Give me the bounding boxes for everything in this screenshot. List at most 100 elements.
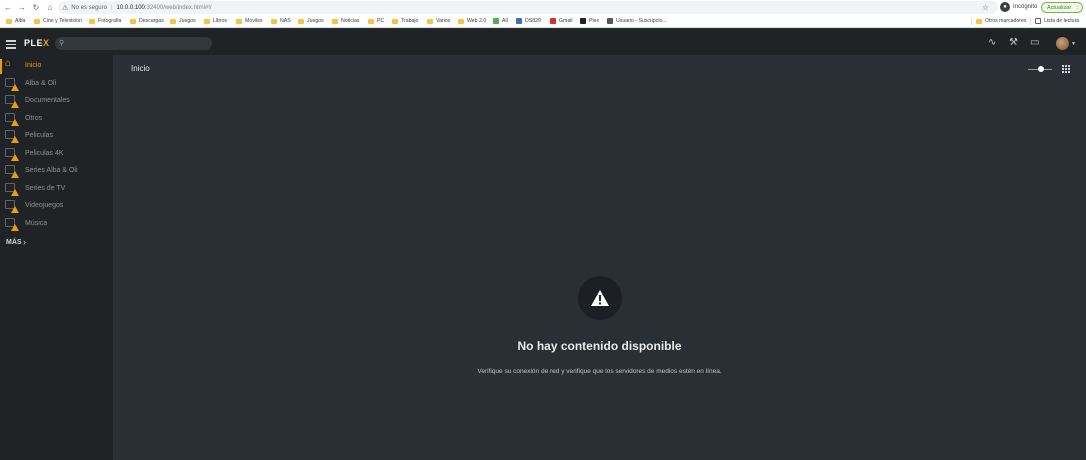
user-favicon-icon bbox=[607, 18, 613, 24]
bookmark-item[interactable]: Fotografia bbox=[89, 18, 121, 24]
sidebar-item-videojuegos[interactable]: Videojuegos bbox=[0, 198, 113, 215]
settings-wrench-icon[interactable]: ⚒ bbox=[1009, 37, 1018, 48]
hamburger-menu-icon[interactable] bbox=[6, 40, 16, 51]
sidebar: ⌂ Inicio Alba & Oli Documentales Otros P… bbox=[0, 55, 113, 460]
bookmarks-separator bbox=[971, 18, 972, 25]
library-warning-icon bbox=[5, 148, 19, 161]
incognito-indicator[interactable]: ● Incógnito bbox=[1000, 2, 1037, 12]
bookmarks-separator bbox=[1030, 18, 1031, 25]
bookmark-item[interactable]: Alba bbox=[6, 18, 25, 24]
incognito-label: Incógnito bbox=[1013, 4, 1038, 10]
bookmark-item[interactable]: PC bbox=[368, 18, 384, 24]
library-warning-icon bbox=[5, 218, 19, 231]
warning-icon: ⚠ bbox=[62, 4, 69, 12]
warning-badge bbox=[578, 276, 622, 320]
url-path: :32400/web/index.html#!/ bbox=[144, 4, 212, 11]
main-content: Inicio No hay contenido disponible Verif… bbox=[113, 55, 1086, 460]
chevron-down-icon[interactable]: ▼ bbox=[1071, 41, 1076, 47]
folder-icon bbox=[89, 18, 95, 24]
folder-icon bbox=[130, 18, 136, 24]
library-warning-icon bbox=[5, 95, 19, 108]
sidebar-item-label: Series Alba & Oli bbox=[25, 167, 78, 174]
folder-icon bbox=[271, 18, 277, 24]
folder-icon bbox=[6, 18, 12, 24]
bookmark-item[interactable]: Moviles bbox=[236, 18, 263, 24]
sidebar-item-musica[interactable]: Música bbox=[0, 216, 113, 233]
bookmark-item[interactable]: Trabajo bbox=[392, 18, 418, 24]
library-warning-icon bbox=[5, 200, 19, 213]
bookmarks-bar: Alba Cine y Television Fotografia Descar… bbox=[0, 15, 1086, 28]
reading-list[interactable]: Lista de lectura bbox=[1035, 18, 1079, 24]
folder-icon bbox=[298, 18, 304, 24]
bookmark-item[interactable]: Web 2.0 bbox=[458, 18, 486, 24]
sidebar-item-label: Otros bbox=[25, 115, 43, 122]
bookmark-item[interactable]: Libros bbox=[204, 18, 227, 24]
empty-state-title: No hay contenido disponible bbox=[517, 339, 682, 353]
folder-icon bbox=[170, 18, 176, 24]
plex-favicon-icon bbox=[580, 18, 586, 24]
update-label: Actualizar bbox=[1047, 4, 1072, 11]
all-favicon-icon bbox=[493, 18, 499, 24]
sidebar-item-series-alba-oli[interactable]: Series Alba & Oli bbox=[0, 163, 113, 180]
sidebar-item-label: Música bbox=[25, 220, 48, 227]
library-warning-icon bbox=[5, 183, 19, 196]
bookmark-item[interactable]: Plex bbox=[580, 18, 599, 24]
bookmark-item[interactable]: DS820 bbox=[516, 18, 541, 24]
incognito-icon: ● bbox=[1000, 2, 1010, 12]
back-icon[interactable]: ← bbox=[2, 0, 14, 15]
forward-icon[interactable]: → bbox=[16, 0, 28, 15]
bookmark-item[interactable]: Noticias bbox=[332, 18, 359, 24]
folder-icon bbox=[976, 18, 982, 24]
bookmark-item[interactable]: Usuario - Suscripcio... bbox=[607, 18, 667, 24]
folder-icon bbox=[34, 18, 40, 24]
bookmark-item[interactable]: Juegos bbox=[170, 18, 196, 24]
reload-icon[interactable]: ↻ bbox=[30, 0, 42, 15]
folder-icon bbox=[236, 18, 242, 24]
chevron-right-icon[interactable]: › bbox=[23, 237, 26, 247]
other-bookmarks[interactable]: Otros marcadores bbox=[976, 18, 1027, 24]
sidebar-item-label: Alba & Oli bbox=[25, 80, 57, 87]
bookmark-star-icon[interactable]: ☆ bbox=[982, 0, 989, 15]
folder-icon bbox=[392, 18, 398, 24]
sidebar-item-series-de-tv[interactable]: Series de TV bbox=[0, 181, 113, 198]
bookmark-item[interactable]: All bbox=[493, 18, 508, 24]
url-host: 10.0.0.100 bbox=[116, 4, 145, 11]
app-topbar: PLEX ⚲ ∿ ⚒ ▭ bbox=[0, 29, 1086, 55]
activity-icon[interactable]: ∿ bbox=[988, 37, 996, 48]
reading-list-icon bbox=[1035, 18, 1041, 24]
library-warning-icon bbox=[5, 113, 19, 126]
sidebar-item-inicio[interactable]: ⌂ Inicio bbox=[0, 58, 113, 75]
folder-icon bbox=[368, 18, 374, 24]
folder-icon bbox=[332, 18, 338, 24]
bookmark-item[interactable]: Juegos bbox=[298, 18, 324, 24]
kebab-menu-icon: ⋮ bbox=[1075, 4, 1081, 11]
library-warning-icon bbox=[5, 130, 19, 143]
slider-handle[interactable] bbox=[1038, 66, 1044, 72]
address-bar[interactable]: ⚠ No es seguro | 10.0.0.100:32400/web/in… bbox=[58, 1, 998, 14]
bookmark-item[interactable]: Varios bbox=[427, 18, 450, 24]
grid-view-icon[interactable] bbox=[1062, 65, 1070, 73]
plex-logo[interactable]: PLEX bbox=[24, 38, 50, 48]
sidebar-item-peliculas-4k[interactable]: Peliculas 4K bbox=[0, 146, 113, 163]
search-input[interactable]: ⚲ bbox=[55, 37, 212, 50]
library-warning-icon bbox=[5, 78, 19, 91]
ds820-favicon-icon bbox=[516, 18, 522, 24]
bookmark-item[interactable]: NAS bbox=[271, 18, 291, 24]
bookmark-item[interactable]: Cine y Television bbox=[34, 18, 82, 24]
more-button[interactable]: MÁS bbox=[6, 239, 22, 246]
browser-toolbar: ← → ↻ ⌂ ⚠ No es seguro | 10.0.0.100:3240… bbox=[0, 0, 1086, 15]
home-browser-icon[interactable]: ⌂ bbox=[44, 0, 56, 15]
sidebar-item-label: Peliculas 4K bbox=[25, 150, 64, 157]
omnibox-separator: | bbox=[110, 4, 113, 11]
sidebar-item-label: Series de TV bbox=[25, 185, 66, 192]
sidebar-item-label: Videojuegos bbox=[25, 202, 64, 209]
update-button[interactable]: Actualizar ⋮ bbox=[1041, 2, 1083, 13]
bookmark-item[interactable]: Gmail bbox=[550, 18, 573, 24]
sidebar-item-documentales[interactable]: Documentales bbox=[0, 93, 113, 110]
sidebar-item-otros[interactable]: Otros bbox=[0, 111, 113, 128]
cast-icon[interactable]: ▭ bbox=[1030, 37, 1039, 48]
sidebar-item-alba-oli[interactable]: Alba & Oli bbox=[0, 76, 113, 93]
bookmark-item[interactable]: Descargas bbox=[130, 18, 164, 24]
avatar[interactable] bbox=[1056, 37, 1069, 50]
sidebar-item-peliculas[interactable]: Peliculas bbox=[0, 128, 113, 145]
